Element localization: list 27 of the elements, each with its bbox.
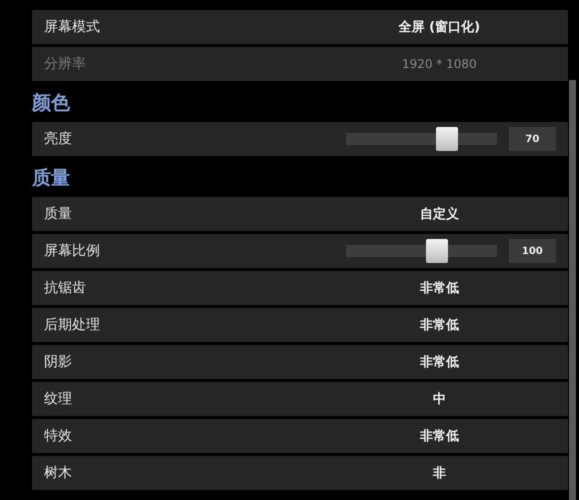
- setting-label: 屏幕模式: [44, 18, 101, 36]
- setting-label: 阴影: [44, 353, 73, 371]
- setting-value[interactable]: 自定义: [322, 205, 556, 223]
- setting-value[interactable]: 中: [322, 390, 556, 408]
- scrollbar[interactable]: [569, 80, 576, 500]
- setting-label: 树木: [44, 464, 73, 482]
- setting-value: 1920 * 1080: [400, 57, 478, 71]
- setting-label: 质量: [44, 205, 73, 223]
- slider-thumb[interactable]: [436, 127, 458, 151]
- setting-label: 特效: [44, 427, 73, 445]
- setting-label: 后期处理: [44, 316, 101, 334]
- setting-value[interactable]: 非常低: [322, 316, 556, 334]
- setting-label: 纹理: [44, 390, 73, 408]
- setting-value[interactable]: 非常低: [322, 353, 556, 371]
- setting-label: 抗锯齿: [44, 279, 87, 297]
- setting-label: 屏幕比例: [44, 242, 101, 260]
- setting-label: 亮度: [44, 130, 73, 148]
- value-field[interactable]: 100: [508, 239, 556, 263]
- setting-value[interactable]: 全屏 (窗口化): [322, 18, 556, 36]
- setting-value[interactable]: 非常低: [322, 279, 556, 297]
- slider-thumb[interactable]: [426, 239, 448, 263]
- section-heading: 质量: [32, 166, 70, 190]
- section-heading: 颜色: [32, 91, 70, 115]
- setting-label: 分辨率: [44, 55, 87, 73]
- value-field[interactable]: 70: [508, 127, 556, 151]
- setting-value[interactable]: 非常低: [322, 427, 556, 445]
- setting-value[interactable]: 非: [322, 464, 556, 482]
